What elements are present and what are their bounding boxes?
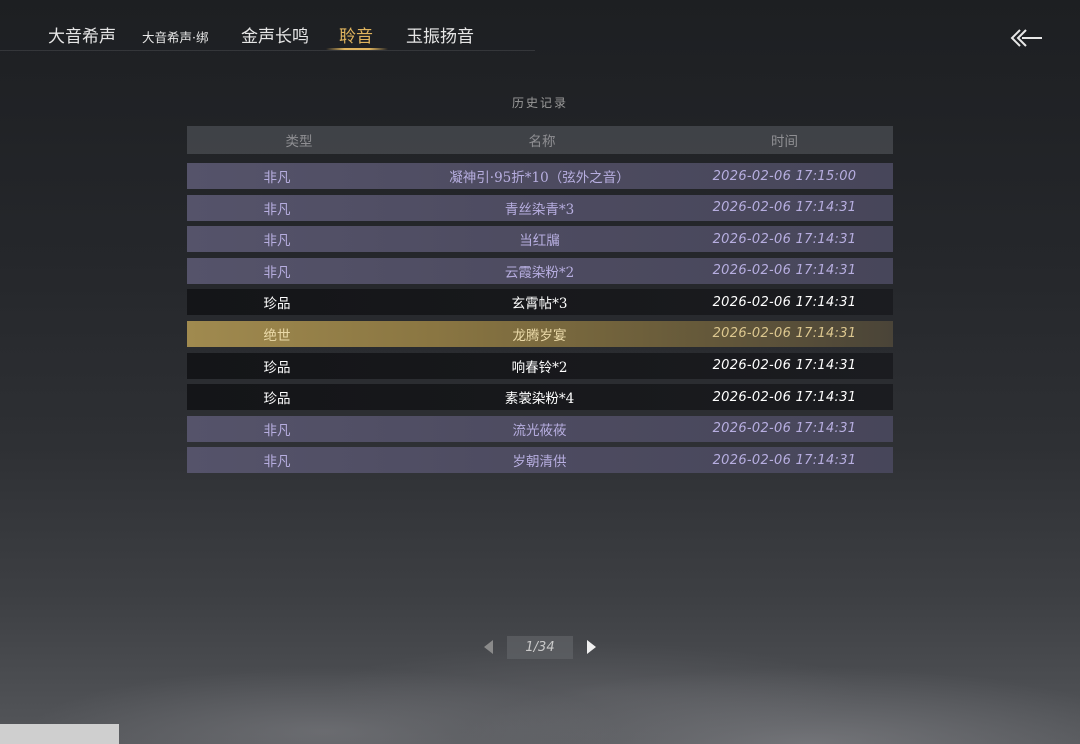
- row-type: 绝世: [263, 327, 291, 344]
- row-type: 非凡: [263, 201, 291, 218]
- row-name: 响春铃*2: [511, 359, 568, 376]
- row-type: 非凡: [263, 170, 291, 186]
- row-name: 流光莜莜: [512, 422, 567, 439]
- table-header: 类型 名称 时间: [187, 126, 893, 154]
- header-time: 时间: [771, 134, 798, 150]
- row-time: 2026-02-06 17:14:31: [712, 326, 857, 342]
- row-type: 非凡: [263, 454, 291, 471]
- header-type: 类型: [285, 134, 313, 150]
- table-body: 非凡 凝神引·95折*10（弦外之音） 2026-02-06 17:15:00 …: [187, 163, 893, 474]
- row-name: 凝神引·95折*10（弦外之音）: [449, 170, 630, 186]
- row-name: 龙腾岁宴: [512, 327, 567, 344]
- table-row: 非凡 凝神引·95折*10（弦外之音） 2026-02-06 17:15:00: [187, 163, 893, 189]
- row-name: 岁朝清供: [512, 454, 567, 471]
- corner-overlay: [0, 724, 119, 744]
- history-table: 类型 名称 时间 非凡 凝神引·95折*10（弦外之音） 2026-02-06 …: [187, 126, 893, 479]
- table-row: 非凡 岁朝清供 2026-02-06 17:14:31: [187, 447, 893, 474]
- row-time: 2026-02-06 17:14:31: [712, 358, 857, 374]
- row-type: 非凡: [263, 233, 291, 250]
- row-type: 非凡: [263, 422, 291, 439]
- tab-dayin-xisheng[interactable]: 大音希声: [48, 24, 116, 50]
- tab-jinsheng-changming[interactable]: 金声长鸣: [241, 24, 309, 50]
- row-time: 2026-02-06 17:14:31: [712, 263, 857, 279]
- tab-dayin-xisheng-bound[interactable]: 大音希声·绑: [142, 25, 208, 51]
- table-row: 非凡 流光莜莜 2026-02-06 17:14:31: [187, 415, 893, 442]
- back-button[interactable]: [1008, 24, 1046, 52]
- row-name: 素裳染粉*4: [504, 391, 575, 408]
- header-name: 名称: [528, 134, 556, 150]
- triangle-right-icon[interactable]: [587, 640, 596, 654]
- table-row: 非凡 青丝染青*3 2026-02-06 17:14:31: [187, 194, 893, 221]
- table-row: 非凡 云霞染粉*2 2026-02-06 17:14:31: [187, 257, 893, 284]
- page-indicator: 1/34: [507, 636, 573, 659]
- table-row: 非凡 当红牖 2026-02-06 17:14:31: [187, 226, 893, 253]
- row-time: 2026-02-06 17:14:31: [712, 452, 857, 468]
- table-row: 绝世 龙腾岁宴 2026-02-06 17:14:31: [187, 320, 893, 347]
- row-name: 当红牖: [519, 233, 560, 250]
- row-type: 珍品: [263, 391, 291, 408]
- row-type: 珍品: [263, 296, 291, 313]
- tab-yuzhen-yangyin[interactable]: 玉振扬音: [406, 24, 474, 50]
- background-mist: [0, 484, 1080, 744]
- table-row: 珍品 素裳染粉*4 2026-02-06 17:14:31: [187, 384, 893, 411]
- tab-lingyin[interactable]: 聆音: [339, 24, 373, 50]
- table-row: 珍品 玄霄帖*3 2026-02-06 17:14:31: [187, 289, 893, 316]
- row-type: 非凡: [263, 264, 291, 281]
- back-arrow-icon: [1010, 29, 1042, 47]
- row-name: 青丝染青*3: [504, 201, 575, 218]
- row-time: 2026-02-06 17:14:31: [712, 231, 857, 247]
- row-name: 云霞染粉*2: [504, 264, 575, 281]
- row-type: 珍品: [263, 359, 291, 376]
- pagination: 1/34: [480, 636, 600, 660]
- triangle-left-icon[interactable]: [484, 640, 493, 654]
- active-tab-underline: [326, 48, 388, 50]
- row-time: 2026-02-06 17:14:31: [712, 294, 857, 310]
- history-title: 历史记录: [511, 96, 568, 110]
- row-time: 2026-02-06 17:14:31: [712, 389, 857, 405]
- row-time: 2026-02-06 17:15:00: [712, 168, 857, 184]
- top-tab-bar: 大音希声 大音希声·绑 金声长鸣 聆音 玉振扬音: [0, 0, 535, 51]
- row-time: 2026-02-06 17:14:31: [712, 200, 857, 216]
- table-row: 珍品 响春铃*2 2026-02-06 17:14:31: [187, 352, 893, 379]
- row-name: 玄霄帖*3: [511, 296, 568, 313]
- row-time: 2026-02-06 17:14:31: [712, 421, 857, 437]
